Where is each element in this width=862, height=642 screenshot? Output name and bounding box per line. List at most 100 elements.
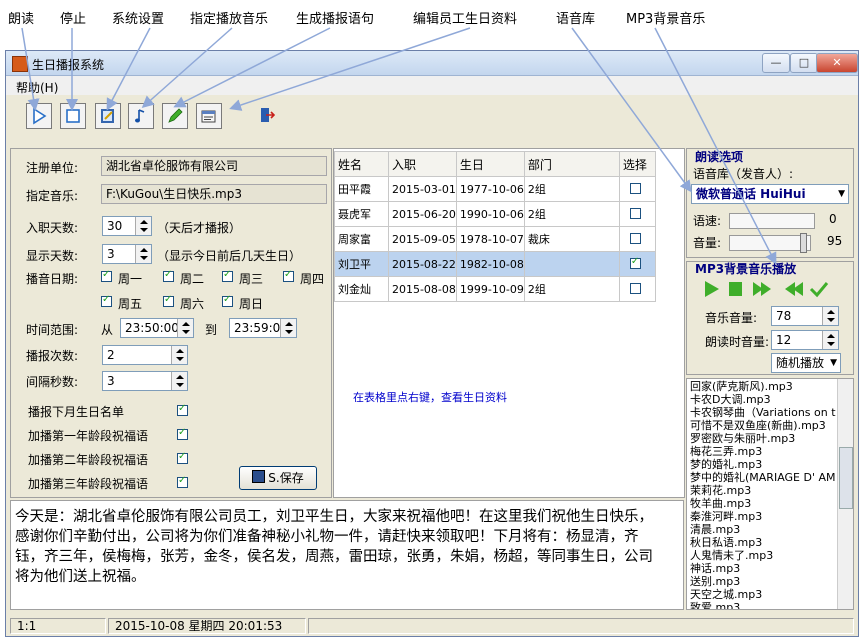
playlist-scroll-thumb[interactable] [839, 447, 853, 509]
weekday-checkbox[interactable] [163, 269, 174, 282]
cell-name[interactable]: 田平霞 [334, 176, 389, 202]
exit-button[interactable] [254, 103, 280, 129]
row-checkbox[interactable] [629, 208, 641, 219]
table-row[interactable]: 周家富 2015-09-05 1978-10-07 裁床 [334, 226, 657, 252]
voice-select[interactable]: 微软普通话 HuiHui ▼ [691, 184, 849, 204]
playlist-item[interactable]: 人鬼情未了.mp3 [690, 549, 836, 562]
cell-join[interactable]: 2015-06-20 [387, 201, 457, 227]
read-button[interactable] [26, 103, 52, 129]
cell-birth[interactable]: 1977-10-06 [455, 176, 525, 202]
to-time-field[interactable]: 23:59:00 [229, 318, 297, 338]
music-field[interactable]: F:\KuGou\生日快乐.mp3 [101, 184, 327, 204]
reg-unit-field[interactable]: 湖北省卓伦服饰有限公司 [101, 156, 327, 176]
cell-join[interactable]: 2015-08-08 [387, 276, 457, 302]
playlist-item[interactable]: 茉莉花.mp3 [690, 484, 836, 497]
table-row[interactable]: 刘卫平 2015-08-22 1982-10-08 [334, 251, 657, 277]
table-row[interactable]: 聂虎军 2015-06-20 1990-10-06 2组 [334, 201, 657, 227]
cell-birth[interactable]: 1990-10-06 [455, 201, 525, 227]
weekday-checkbox[interactable] [101, 294, 112, 307]
cell-dept[interactable] [523, 251, 620, 277]
volume-slider-thumb[interactable] [800, 233, 807, 253]
stop-button[interactable] [60, 103, 86, 129]
music-button[interactable] [128, 103, 154, 129]
playlist-item[interactable]: 神话.mp3 [690, 562, 836, 575]
interval-spin[interactable] [171, 372, 187, 390]
edit-data-button[interactable] [196, 103, 222, 129]
table-row[interactable]: 田平霞 2015-03-01 1977-10-06 2组 [334, 176, 657, 202]
row-checkbox[interactable] [629, 256, 641, 269]
mp3-play-icon[interactable] [705, 281, 719, 297]
row-checkbox[interactable] [629, 183, 641, 194]
playlist-item[interactable]: 天空之城.mp3 [690, 588, 836, 601]
music-vol-stepper[interactable]: 78 [771, 306, 839, 326]
playlist-item[interactable]: 秋日私语.mp3 [690, 536, 836, 549]
option-checkbox[interactable] [177, 451, 188, 464]
mp3-prev-icon[interactable] [785, 282, 803, 296]
weekday-checkbox[interactable] [222, 294, 233, 307]
from-time-spin[interactable] [177, 319, 193, 337]
column-header[interactable]: 生日 [455, 151, 525, 177]
playlist-item[interactable]: 回家(萨克斯风).mp3 [690, 380, 836, 393]
cell-name[interactable]: 聂虎军 [334, 201, 389, 227]
interval-stepper[interactable]: 3 [102, 371, 188, 391]
cell-name[interactable]: 刘卫平 [334, 251, 389, 277]
cell-birth[interactable]: 1978-10-07 [455, 226, 525, 252]
playlist-item[interactable]: 梅花三弄.mp3 [690, 445, 836, 458]
cell-join[interactable]: 2015-08-22 [387, 251, 457, 277]
cell-birth[interactable]: 1982-10-08 [455, 251, 525, 277]
cell-name[interactable]: 周家富 [334, 226, 389, 252]
read-vol-spin[interactable] [822, 331, 838, 349]
column-header[interactable]: 入职 [387, 151, 457, 177]
mp3-check-icon[interactable] [809, 282, 829, 298]
show-spin[interactable] [135, 245, 151, 263]
cell-dept[interactable]: 裁床 [523, 226, 620, 252]
weekday-checkbox[interactable] [283, 269, 294, 282]
to-time-spin[interactable] [280, 319, 296, 337]
play-mode-select[interactable]: 随机播放 ▼ [771, 353, 841, 373]
playlist-item[interactable]: 梦的婚礼.mp3 [690, 458, 836, 471]
row-checkbox[interactable] [629, 283, 641, 294]
menu-help[interactable]: 帮助(H) [16, 79, 58, 96]
playlist-item[interactable]: 卡农钢琴曲（Variations on th [690, 406, 836, 419]
days-spin[interactable] [135, 217, 151, 235]
column-header[interactable]: 选择 [618, 151, 657, 177]
count-stepper[interactable]: 2 [102, 345, 188, 365]
playlist-item[interactable]: 卡农D大调.mp3 [690, 393, 836, 406]
playlist-item[interactable]: 致爱.mp3 [690, 601, 836, 609]
show-stepper[interactable]: 3 [102, 244, 152, 264]
table-row[interactable]: 刘金灿 2015-08-08 1999-10-09 2组 [334, 276, 657, 302]
weekday-checkbox[interactable] [163, 294, 174, 307]
playlist-item[interactable]: 清晨.mp3 [690, 523, 836, 536]
read-vol-stepper[interactable]: 12 [771, 330, 839, 350]
settings-button[interactable] [95, 103, 121, 129]
speed-slider[interactable] [729, 213, 815, 229]
cell-dept[interactable]: 2组 [523, 176, 620, 202]
playlist-item[interactable]: 罗密欧与朱丽叶.mp3 [690, 432, 836, 445]
mp3-stop-icon[interactable] [729, 282, 742, 296]
message-box[interactable]: 今天是：湖北省卓伦服饰有限公司员工，刘卫平生日，大家来祝福他吧！在这里我们祝他生… [10, 500, 684, 610]
column-header[interactable]: 姓名 [334, 151, 389, 177]
cell-join[interactable]: 2015-09-05 [387, 226, 457, 252]
row-checkbox[interactable] [629, 233, 641, 244]
cell-dept[interactable]: 2组 [523, 201, 620, 227]
cell-birth[interactable]: 1999-10-09 [455, 276, 525, 302]
from-time-field[interactable]: 23:50:00 [120, 318, 194, 338]
maximize-button[interactable]: □ [790, 53, 818, 73]
count-spin[interactable] [171, 346, 187, 364]
option-checkbox[interactable] [177, 403, 188, 416]
generate-button[interactable] [162, 103, 188, 129]
mp3-next-icon[interactable] [753, 282, 771, 296]
option-checkbox[interactable] [177, 475, 188, 488]
music-vol-spin[interactable] [822, 307, 838, 325]
save-button[interactable]: S.保存 [239, 466, 317, 490]
minimize-button[interactable]: — [762, 53, 790, 73]
weekday-checkbox[interactable] [222, 269, 233, 282]
playlist-item[interactable]: 可惜不是双鱼座(新曲).mp3 [690, 419, 836, 432]
playlist-item[interactable]: 送别.mp3 [690, 575, 836, 588]
playlist-scrollbar[interactable] [837, 379, 853, 609]
cell-name[interactable]: 刘金灿 [334, 276, 389, 302]
playlist-item[interactable]: 秦淮河畔.mp3 [690, 510, 836, 523]
option-checkbox[interactable] [177, 427, 188, 440]
cell-join[interactable]: 2015-03-01 [387, 176, 457, 202]
playlist-item[interactable]: 牧羊曲.mp3 [690, 497, 836, 510]
